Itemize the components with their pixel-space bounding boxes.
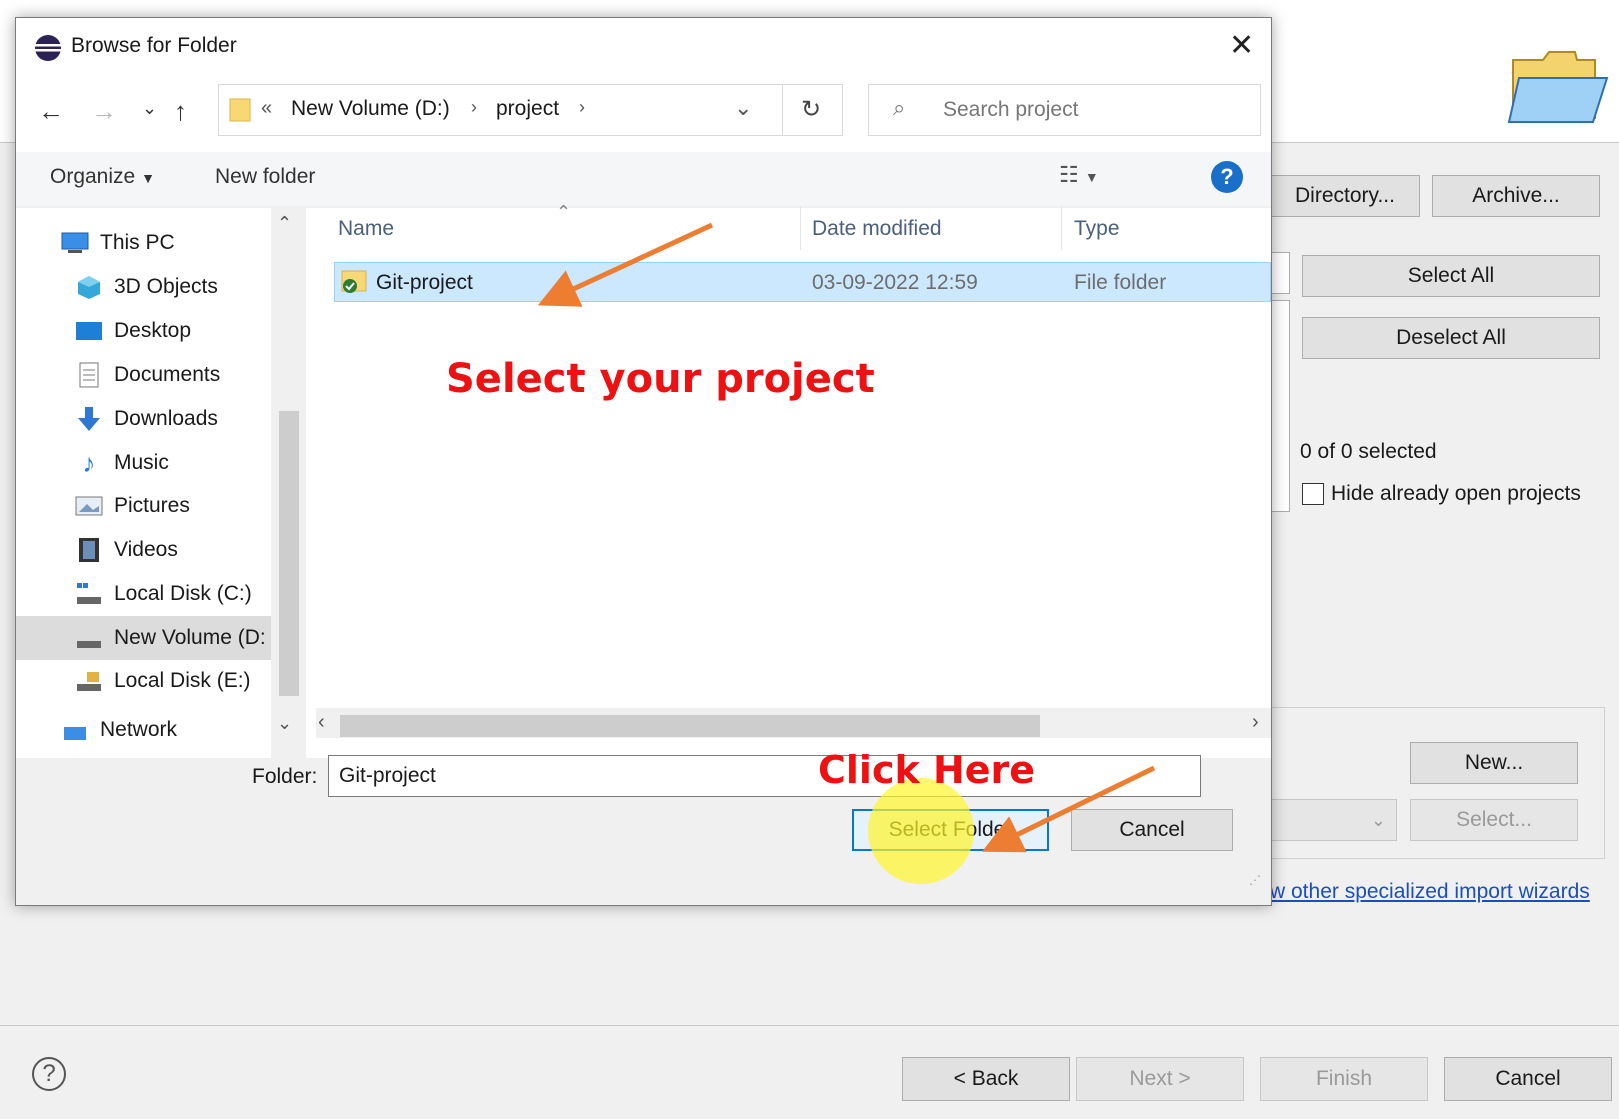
arrow-to-project [537,222,714,307]
annotation-arrows [537,222,1156,853]
arrow-to-select-folder [982,765,1156,853]
